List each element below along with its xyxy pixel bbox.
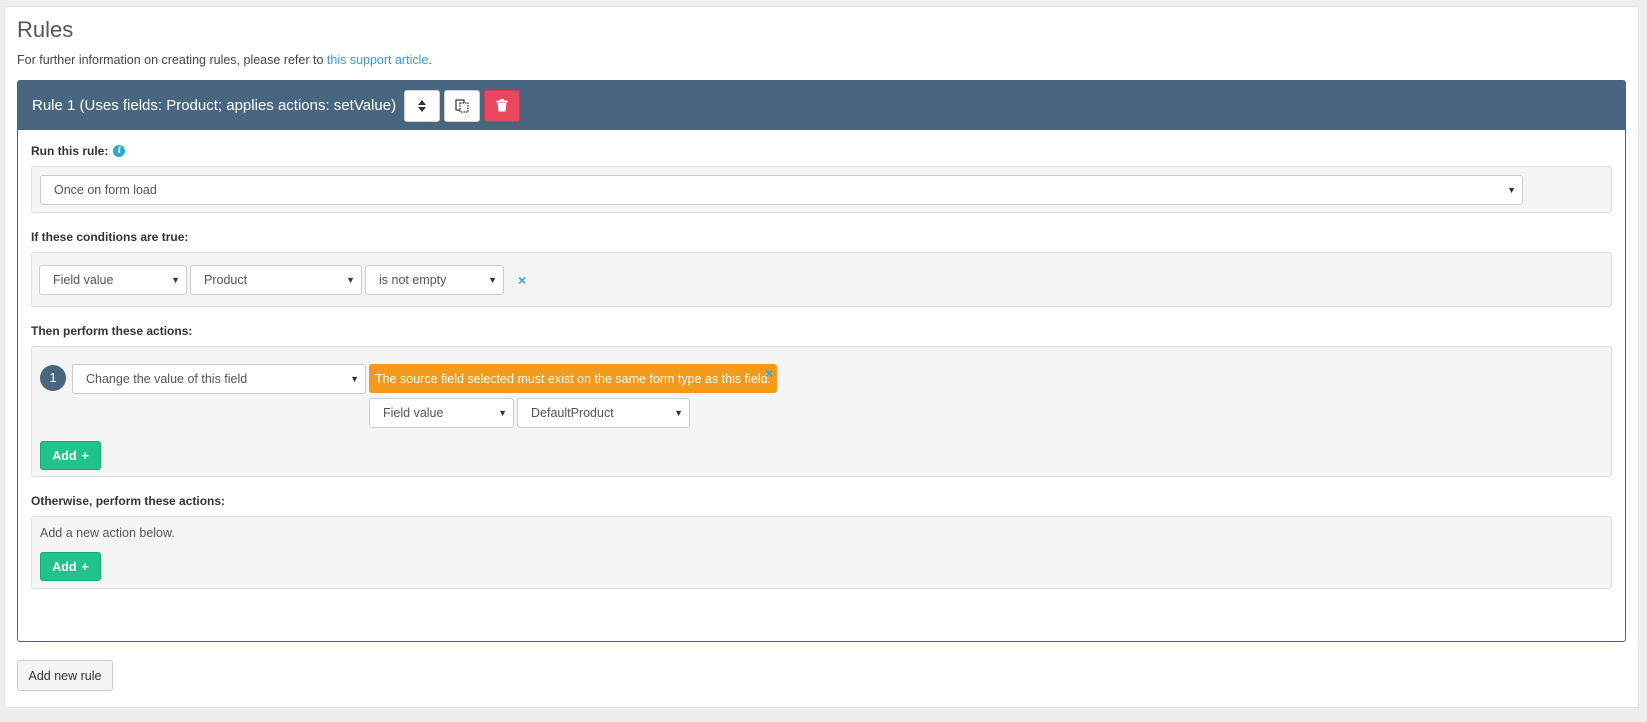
otherwise-well: Add a new action below. Add +: [31, 516, 1612, 589]
intro-text: For further information on creating rule…: [17, 53, 432, 67]
run-rule-label-text: Run this rule:: [31, 144, 109, 158]
plus-icon: +: [81, 448, 89, 463]
remove-action-button[interactable]: ×: [765, 366, 773, 380]
conditions-well: Field value ▼ Product ▼ is not empty ▼ ×: [31, 252, 1612, 307]
condition-field-value: Product: [204, 273, 248, 287]
otherwise-hint: Add a new action below.: [40, 526, 175, 540]
condition-type-select[interactable]: Field value ▼: [39, 265, 187, 295]
copy-icon: [455, 98, 469, 113]
condition-operator-select[interactable]: is not empty ▼: [365, 265, 504, 295]
rule-header: Rule 1 (Uses fields: Product; applies ac…: [18, 81, 1625, 130]
caret-down-icon: ▼: [1507, 185, 1516, 195]
rule-panel: Rule 1 (Uses fields: Product; applies ac…: [17, 80, 1626, 642]
action-number-badge: 1: [40, 365, 66, 391]
caret-down-icon: ▼: [346, 275, 355, 285]
intro-text-end: .: [428, 53, 432, 67]
caret-down-icon: ▼: [674, 408, 683, 418]
page-title: Rules: [17, 17, 74, 42]
rule-title[interactable]: Rule 1 (Uses fields: Product; applies ac…: [32, 97, 396, 114]
duplicate-rule-button[interactable]: [444, 89, 481, 122]
caret-down-icon: ▼: [350, 374, 359, 384]
add-otherwise-label: Add: [52, 559, 77, 574]
intro-text-lead: For further information on creating rule…: [17, 53, 324, 67]
run-rule-label: Run this rule: i: [31, 144, 126, 158]
plus-icon: +: [81, 559, 89, 574]
action-source-field-select[interactable]: DefaultProduct ▼: [517, 398, 690, 428]
conditions-label: If these conditions are true:: [31, 230, 189, 244]
condition-operator-value: is not empty: [379, 273, 447, 287]
sort-icon: [418, 99, 427, 112]
remove-condition-button[interactable]: ×: [518, 273, 526, 287]
support-article-link[interactable]: this support article: [327, 53, 428, 67]
reorder-button[interactable]: [404, 89, 441, 122]
condition-type-value: Field value: [53, 273, 114, 287]
info-icon[interactable]: i: [113, 145, 126, 157]
add-action-label: Add: [52, 448, 77, 463]
actions-well: 1 Change the value of this field ▼ The s…: [31, 346, 1612, 477]
action-type-select[interactable]: Change the value of this field ▼: [72, 364, 366, 394]
trash-icon: [496, 99, 508, 112]
run-rule-select[interactable]: Once on form load ▼: [40, 175, 1523, 205]
add-otherwise-action-button[interactable]: Add +: [40, 552, 101, 581]
otherwise-label: Otherwise, perform these actions:: [31, 494, 226, 508]
action-type-value: Change the value of this field: [86, 372, 248, 386]
action-source-type-value: Field value: [383, 406, 444, 420]
caret-down-icon: ▼: [488, 275, 497, 285]
delete-rule-button[interactable]: [484, 89, 521, 122]
actions-label: Then perform these actions:: [31, 324, 193, 338]
action-source-field-value: DefaultProduct: [531, 406, 614, 420]
add-new-rule-button[interactable]: Add new rule: [17, 660, 113, 691]
source-field-warning: The source field selected must exist on …: [369, 364, 778, 393]
caret-down-icon: ▼: [498, 408, 507, 418]
action-source-type-select[interactable]: Field value ▼: [369, 398, 514, 428]
run-rule-value: Once on form load: [54, 183, 157, 197]
caret-down-icon: ▼: [171, 275, 180, 285]
condition-field-select[interactable]: Product ▼: [190, 265, 362, 295]
run-rule-well: Once on form load ▼: [31, 166, 1612, 213]
rules-page: Rules For further information on creatin…: [4, 6, 1639, 708]
add-action-button[interactable]: Add +: [40, 441, 101, 470]
